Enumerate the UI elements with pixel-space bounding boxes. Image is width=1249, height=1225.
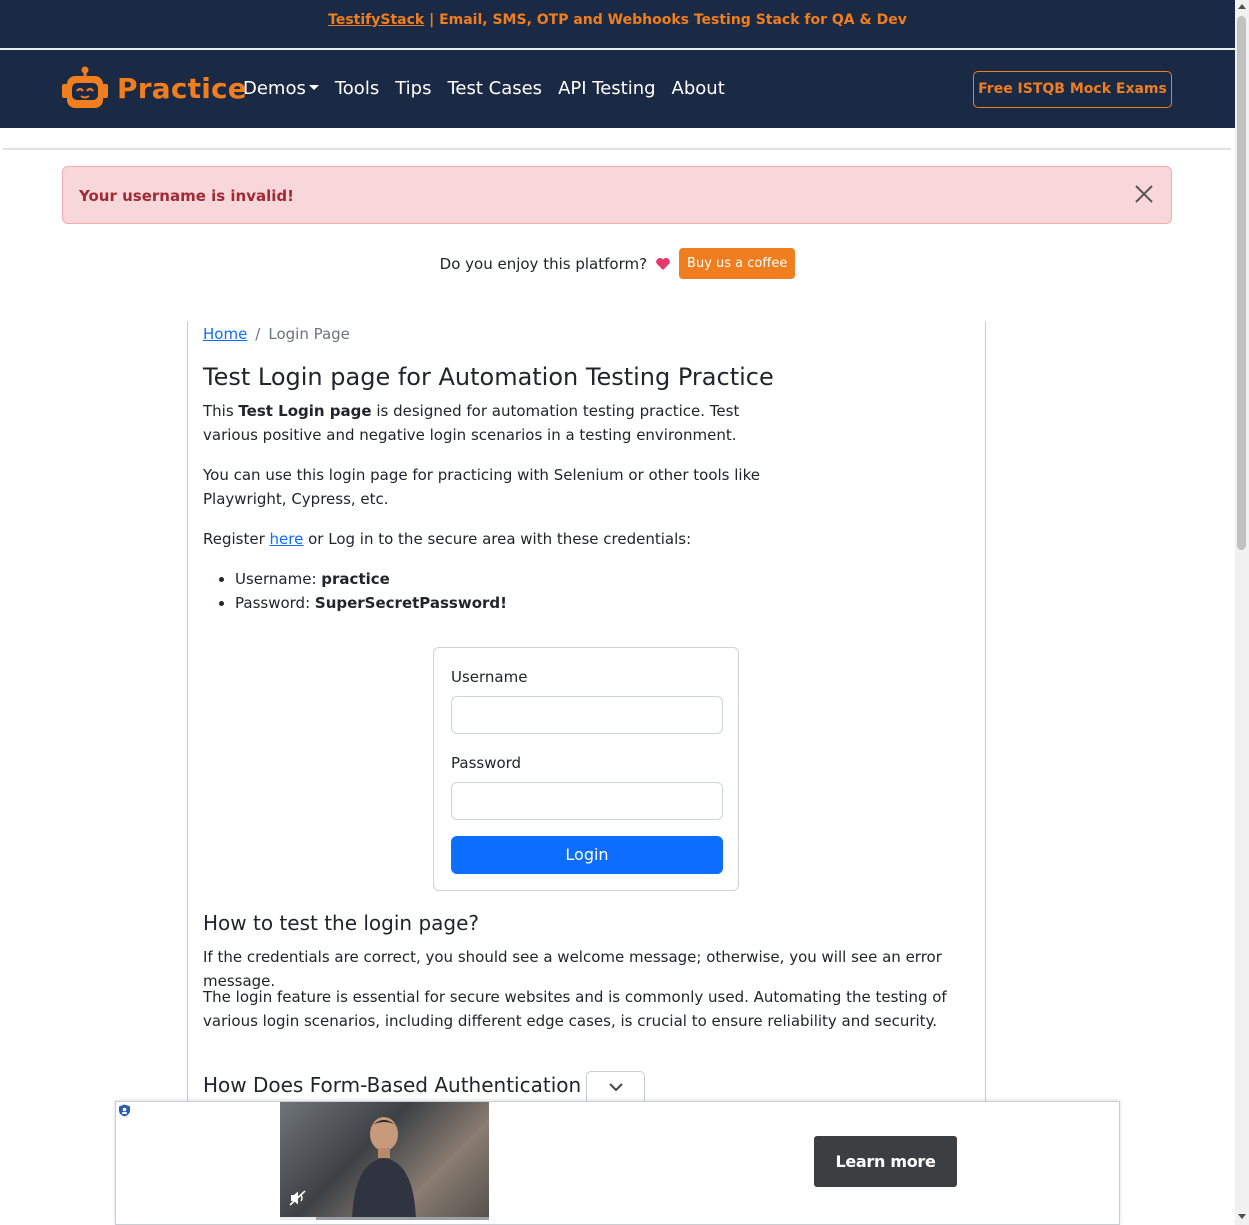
nav-item-test-cases[interactable]: Test Cases xyxy=(447,78,542,99)
password-label: Password xyxy=(451,754,522,772)
caret-down-icon xyxy=(308,85,319,90)
scroll-up-arrow-icon[interactable] xyxy=(1238,4,1246,9)
breadcrumb-home[interactable]: Home xyxy=(203,325,247,343)
heart-icon xyxy=(656,257,670,270)
nav-item-label: Demos xyxy=(243,78,306,99)
password-input[interactable] xyxy=(451,782,723,820)
robot-logo-icon xyxy=(62,66,108,108)
video-progress-fill xyxy=(280,1217,316,1220)
login-button[interactable]: Login xyxy=(451,836,723,874)
promo-link[interactable]: TestifyStack xyxy=(328,12,424,28)
register-link[interactable]: here xyxy=(270,530,304,548)
muted-speaker-icon[interactable] xyxy=(289,1190,307,1206)
section-heading: How to test the login page? xyxy=(203,911,480,935)
section-paragraph: The login feature is essential for secur… xyxy=(203,988,947,1030)
ad-collapse-button[interactable] xyxy=(586,1071,645,1101)
scrollbar[interactable] xyxy=(1235,0,1249,1225)
list-item: Password: SuperSecretPassword! xyxy=(235,591,507,615)
close-icon[interactable] xyxy=(1133,183,1155,205)
nav-item-demos[interactable]: Demos xyxy=(243,78,319,99)
divider xyxy=(3,148,1231,150)
chevron-down-icon xyxy=(608,1082,623,1091)
istqb-mock-exams-button[interactable]: Free ISTQB Mock Exams xyxy=(973,71,1172,108)
support-row: Do you enjoy this platform? Buy us a cof… xyxy=(0,248,1235,279)
nav-menu: Demos Tools Tips Test Cases API Testing … xyxy=(243,78,741,99)
brand-link[interactable]: Practice xyxy=(61,66,247,110)
breadcrumb: Home / Login Page xyxy=(203,325,350,343)
learn-more-button[interactable]: Learn more xyxy=(814,1136,957,1187)
breadcrumb-current: Login Page xyxy=(268,325,350,343)
promo-text: | Email, SMS, OTP and Webhooks Testing S… xyxy=(424,12,907,28)
ad-choices-icon[interactable] xyxy=(118,1104,131,1117)
intro-paragraph: This Test Login page is designed for aut… xyxy=(203,399,773,447)
credential-label: Password: xyxy=(235,594,315,612)
buy-coffee-button[interactable]: Buy us a coffee xyxy=(679,248,796,279)
nav-item-tips[interactable]: Tips xyxy=(395,78,431,99)
section-heading: How Does Form-Based Authentication Wo xyxy=(203,1073,619,1097)
register-text: or Log in to the secure area with these … xyxy=(303,530,692,548)
video-progress-bar xyxy=(280,1217,489,1220)
alert-message: Your username is invalid! xyxy=(79,187,294,205)
credential-label: Username: xyxy=(235,570,322,588)
username-label: Username xyxy=(451,668,528,686)
page-title: Test Login page for Automation Testing P… xyxy=(203,363,774,391)
register-text: Register xyxy=(203,530,270,548)
register-paragraph: Register here or Log in to the secure ar… xyxy=(203,527,803,551)
person-image xyxy=(352,1117,416,1220)
nav-item-api-testing[interactable]: API Testing xyxy=(558,78,655,99)
nav-item-tools[interactable]: Tools xyxy=(335,78,379,99)
intro-bold: Test Login page xyxy=(238,402,372,420)
credential-password: SuperSecretPassword! xyxy=(314,594,507,612)
support-question: Do you enjoy this platform? xyxy=(439,254,648,273)
ad-banner: Learn more xyxy=(115,1101,1120,1225)
scroll-down-arrow-icon[interactable] xyxy=(1238,1214,1246,1219)
error-alert: Your username is invalid! xyxy=(62,166,1172,224)
ad-video[interactable] xyxy=(280,1102,489,1220)
scrollbar-thumb[interactable] xyxy=(1237,16,1246,550)
login-form: Username Password Login xyxy=(433,647,739,891)
breadcrumb-separator: / xyxy=(255,325,261,343)
promo-bar: TestifyStack | Email, SMS, OTP and Webho… xyxy=(0,0,1235,48)
tools-paragraph: You can use this login page for practici… xyxy=(203,466,760,508)
nav-item-about[interactable]: About xyxy=(672,78,725,99)
intro-text: This xyxy=(203,402,239,420)
username-input[interactable] xyxy=(451,696,723,734)
credentials-list: Username: practice Password: SuperSecret… xyxy=(235,567,507,615)
list-item: Username: practice xyxy=(235,567,507,591)
credential-username: practice xyxy=(321,570,390,588)
brand-name: Practice xyxy=(117,71,247,105)
navbar: Practice Demos Tools Tips Test Cases API… xyxy=(0,50,1235,128)
